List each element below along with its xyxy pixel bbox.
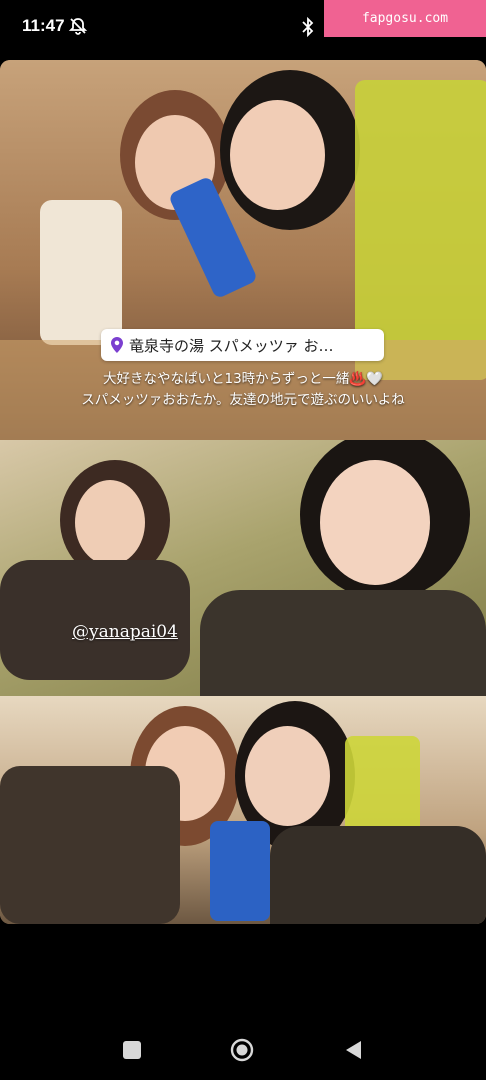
- bluetooth-icon: [302, 16, 314, 38]
- person-face: [245, 726, 330, 826]
- caption-line: 大好きなやなぱいと13時からずっと一緒♨️🤍: [102, 371, 384, 387]
- story-photo-toast: [0, 696, 486, 924]
- person-face: [320, 460, 430, 585]
- story-photo-floor: [0, 440, 486, 696]
- mute-notifications-icon: [68, 18, 88, 35]
- recents-square-icon[interactable]: [120, 1038, 144, 1062]
- watermark-banner: fapgosu.com: [324, 0, 486, 37]
- person-body: [270, 826, 486, 924]
- location-pin-icon: [111, 337, 123, 353]
- milk-bottle: [40, 200, 122, 345]
- mention-sticker[interactable]: @yanapai04: [72, 622, 178, 642]
- caption-line: スパメッツァおおたか。友達の地元で遊ぶのいいよね: [81, 392, 405, 408]
- back-triangle-icon[interactable]: [342, 1038, 366, 1062]
- drink-can: [210, 821, 270, 921]
- person-face: [75, 480, 145, 565]
- person-body: [0, 766, 180, 924]
- watermark-text: fapgosu.com: [361, 11, 449, 26]
- home-circle-icon[interactable]: [230, 1038, 254, 1062]
- status-clock: 11:47: [22, 16, 65, 35]
- story-viewer[interactable]: 竜泉寺の湯 スパメッツァ お… 大好きなやなぱいと13時からずっと一緒♨️🤍 ス…: [0, 60, 486, 924]
- person-body: [200, 590, 486, 696]
- navigation-bar: [0, 1020, 486, 1080]
- person-face: [230, 100, 325, 210]
- location-sticker[interactable]: 竜泉寺の湯 スパメッツァ お…: [101, 329, 384, 361]
- story-caption: 大好きなやなぱいと13時からずっと一緒♨️🤍 スパメッツァおおたか。友達の地元で…: [0, 369, 486, 411]
- location-name: 竜泉寺の湯 スパメッツァ お…: [129, 336, 334, 355]
- person-body: [0, 560, 190, 680]
